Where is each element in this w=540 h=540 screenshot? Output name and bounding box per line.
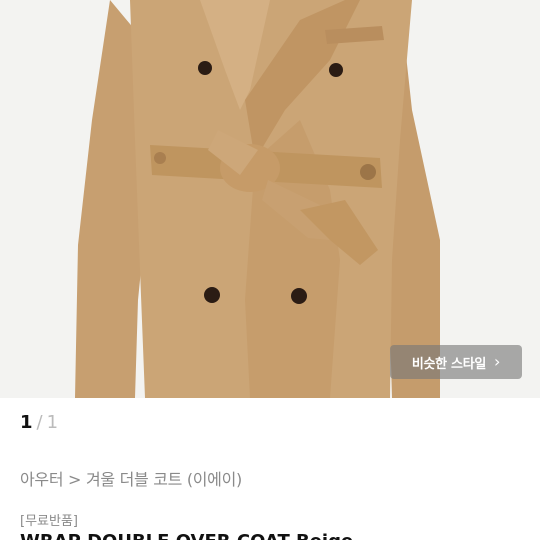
- similar-style-button[interactable]: 비슷한 스타일 ›: [390, 345, 522, 379]
- product-detail-page: 비슷한 스타일 › 1 / 1 아우터 > 겨울 더블 코트 (이에이) [무료…: [0, 0, 540, 540]
- pager-separator: /: [36, 412, 43, 433]
- chevron-right-icon: ›: [494, 352, 501, 371]
- product-image[interactable]: 비슷한 스타일 ›: [0, 0, 540, 398]
- pager-current: 1: [20, 412, 33, 433]
- product-title: WRAP DOUBLE OVER COAT Beige: [20, 531, 353, 540]
- image-pager: 1 / 1: [20, 412, 58, 433]
- coat-photo: [0, 0, 540, 398]
- similar-style-button-label: 비슷한 스타일: [411, 356, 487, 372]
- pager-total: 1: [46, 412, 59, 433]
- free-return-tag: [무료반품]: [20, 514, 78, 529]
- category-breadcrumb[interactable]: 아우터 > 겨울 더블 코트 (이에이): [20, 466, 242, 490]
